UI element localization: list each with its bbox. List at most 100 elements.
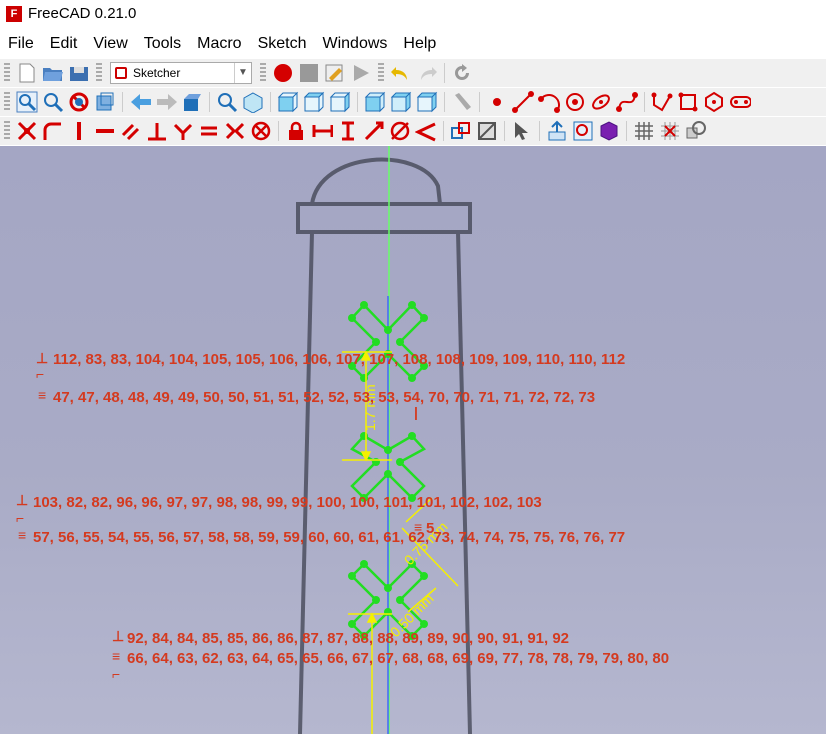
measure-icon[interactable] <box>451 91 473 113</box>
sketch-arc-icon[interactable] <box>538 91 560 113</box>
view-right-icon[interactable] <box>329 91 351 113</box>
toggle-driving-icon[interactable] <box>476 120 498 142</box>
view-isometric-icon[interactable] <box>242 91 264 113</box>
constraint-lock-icon[interactable] <box>285 120 307 142</box>
toolbar-grip[interactable] <box>4 121 10 141</box>
grid-icon[interactable] <box>633 120 655 142</box>
view-top-icon[interactable] <box>303 91 325 113</box>
window-title: FreeCAD 0.21.0 <box>28 5 137 22</box>
constraint-coincident-icon[interactable] <box>16 120 38 142</box>
menu-macro[interactable]: Macro <box>189 35 249 53</box>
chevron-down-icon: ▼ <box>234 63 251 83</box>
toolbar-separator <box>444 92 445 112</box>
fit-selection-icon[interactable] <box>42 91 64 113</box>
constraint-horizontal-distance-icon[interactable] <box>311 120 333 142</box>
constraint-list-equal-3[interactable]: 66, 64, 63, 62, 63, 64, 65, 65, 66, 67, … <box>127 650 669 667</box>
toolbar-separator <box>270 92 271 112</box>
macro-stop-icon[interactable] <box>298 62 320 84</box>
toolbar-grip[interactable] <box>96 63 102 83</box>
new-file-icon[interactable] <box>16 62 38 84</box>
workbench-view-icon[interactable] <box>181 91 203 113</box>
menu-tools[interactable]: Tools <box>136 35 189 53</box>
rendering-order-icon[interactable] <box>685 120 707 142</box>
constraint-list-equal-2[interactable]: 57, 56, 55, 54, 55, 56, 57, 58, 58, 59, … <box>33 529 625 546</box>
menu-edit[interactable]: Edit <box>42 35 86 53</box>
constraint-vertical-distance-icon[interactable] <box>337 120 359 142</box>
menu-windows[interactable]: Windows <box>314 35 395 53</box>
toolbar-grip[interactable] <box>4 63 10 83</box>
sketch-polyline-icon[interactable] <box>651 91 673 113</box>
sketch-point-icon[interactable] <box>486 91 508 113</box>
view-sketch-icon[interactable] <box>598 120 620 142</box>
toolbar-grip[interactable] <box>4 92 10 112</box>
view-section-icon[interactable] <box>572 120 594 142</box>
constraint-angle-icon[interactable] <box>415 120 437 142</box>
toolbar-separator <box>278 121 279 141</box>
view-left-icon[interactable] <box>416 91 438 113</box>
toolbar-separator <box>209 92 210 112</box>
constraint-block-icon[interactable] <box>250 120 272 142</box>
sketch-slot-icon[interactable] <box>729 91 751 113</box>
freecad-logo-icon: F <box>6 5 22 22</box>
constraint-symmetric-icon[interactable] <box>224 120 246 142</box>
macro-edit-icon[interactable] <box>324 62 346 84</box>
perpendicular-constraint-icon: ⊥ <box>16 492 29 508</box>
macro-run-icon[interactable] <box>350 62 372 84</box>
menu-file[interactable]: File <box>0 35 42 53</box>
zoom-icon[interactable] <box>216 91 238 113</box>
constraint-parallel-icon[interactable] <box>120 120 142 142</box>
workbench-selector[interactable]: Sketcher ▼ <box>110 62 252 84</box>
view-bottom-icon[interactable] <box>390 91 412 113</box>
macro-record-icon[interactable] <box>272 62 294 84</box>
sketcher-workbench-icon <box>115 67 127 79</box>
menu-sketch[interactable]: Sketch <box>250 35 315 53</box>
fit-all-icon[interactable] <box>16 91 38 113</box>
view-front-icon[interactable] <box>277 91 299 113</box>
nav-back-icon[interactable] <box>129 91 151 113</box>
constraint-perpendicular-icon[interactable] <box>146 120 168 142</box>
constraint-extra-label[interactable]: 5 <box>426 520 434 537</box>
toggle-construction-icon[interactable] <box>450 120 472 142</box>
undo-icon[interactable] <box>390 62 412 84</box>
snap-icon[interactable] <box>659 120 681 142</box>
constraint-tangent-icon[interactable] <box>172 120 194 142</box>
show-hide-internal-geometry-icon[interactable] <box>546 120 568 142</box>
3d-viewport[interactable]: 1.7 mm 0.75 mm 0.50 mm ⊥ 112, 83, 83, 10… <box>0 146 826 734</box>
constraint-vertical-icon[interactable] <box>68 120 90 142</box>
nav-forward-icon[interactable] <box>155 91 177 113</box>
perpendicular-constraint-icon: ⊥ <box>112 628 125 644</box>
refresh-icon[interactable] <box>451 62 473 84</box>
constraint-list-perpendicular-2[interactable]: 103, 82, 82, 96, 96, 97, 97, 98, 98, 99,… <box>33 494 542 511</box>
constraint-list-perpendicular-3[interactable]: 92, 84, 84, 85, 85, 86, 86, 87, 87, 88, … <box>127 630 569 647</box>
constraint-list-equal-1[interactable]: 47, 47, 48, 48, 49, 49, 50, 50, 51, 51, … <box>53 389 595 406</box>
sketch-polygon-icon[interactable] <box>703 91 725 113</box>
point-on-object-constraint-icon: ⌐ <box>36 366 45 382</box>
menu-view[interactable]: View <box>85 35 135 53</box>
constraint-distance-icon[interactable] <box>363 120 385 142</box>
sketch-line-icon[interactable] <box>512 91 534 113</box>
toolbar-separator <box>122 92 123 112</box>
menu-help[interactable]: Help <box>395 35 444 53</box>
constraint-diameter-icon[interactable] <box>389 120 411 142</box>
redo-icon[interactable] <box>416 62 438 84</box>
sketch-rectangle-icon[interactable] <box>677 91 699 113</box>
constraint-point-on-object-icon[interactable] <box>42 120 64 142</box>
select-constraints-icon[interactable] <box>511 120 533 142</box>
bounding-box-icon[interactable] <box>94 91 116 113</box>
save-icon[interactable] <box>68 62 90 84</box>
toolbar-separator <box>626 121 627 141</box>
equal-constraint-icon: ≡ <box>112 648 121 664</box>
open-folder-icon[interactable] <box>42 62 64 84</box>
view-rear-icon[interactable] <box>364 91 386 113</box>
constraint-list-perpendicular-1[interactable]: 112, 83, 83, 104, 104, 105, 105, 106, 10… <box>53 351 625 368</box>
workbench-selected-label: Sketcher <box>133 66 181 80</box>
sketch-circle-icon[interactable] <box>564 91 586 113</box>
constraint-equal-icon[interactable] <box>198 120 220 142</box>
draw-style-icon[interactable] <box>68 91 90 113</box>
toolbar-separator <box>479 92 480 112</box>
constraint-horizontal-icon[interactable] <box>94 120 116 142</box>
sketch-ellipse-icon[interactable] <box>590 91 612 113</box>
toolbar-grip[interactable] <box>260 63 266 83</box>
sketch-bspline-icon[interactable] <box>616 91 638 113</box>
toolbar-grip[interactable] <box>378 63 384 83</box>
